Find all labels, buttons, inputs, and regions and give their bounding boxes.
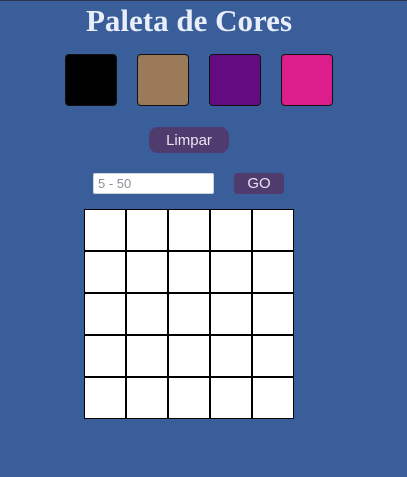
pixel-cell[interactable] — [210, 377, 252, 419]
pixel-cell[interactable] — [126, 293, 168, 335]
pixel-board — [84, 209, 294, 419]
pixel-cell[interactable] — [84, 209, 126, 251]
pixel-cell[interactable] — [168, 251, 210, 293]
pixel-cell[interactable] — [210, 293, 252, 335]
pixel-cell[interactable] — [210, 209, 252, 251]
color-swatch-pink[interactable] — [281, 54, 333, 106]
pixel-cell[interactable] — [84, 377, 126, 419]
pixel-cell[interactable] — [252, 209, 294, 251]
clear-board-button[interactable]: Limpar — [149, 127, 229, 153]
pixel-cell[interactable] — [168, 209, 210, 251]
color-swatch-brown[interactable] — [137, 54, 189, 106]
color-swatch-black[interactable] — [65, 54, 117, 106]
pixel-cell[interactable] — [126, 209, 168, 251]
pixel-cell[interactable] — [168, 293, 210, 335]
pixel-cell[interactable] — [252, 251, 294, 293]
generate-board-button[interactable]: GO — [234, 173, 284, 194]
pixel-cell[interactable] — [126, 377, 168, 419]
pixel-cell[interactable] — [252, 377, 294, 419]
pixel-cell[interactable] — [252, 293, 294, 335]
pixel-cell[interactable] — [210, 251, 252, 293]
page-title: Paleta de Cores — [85, 3, 293, 38]
window-top-border — [0, 0, 407, 1]
pixel-cell[interactable] — [168, 335, 210, 377]
pixel-cell[interactable] — [84, 251, 126, 293]
pixel-cell[interactable] — [168, 377, 210, 419]
pixel-cell[interactable] — [252, 335, 294, 377]
color-swatch-purple[interactable] — [209, 54, 261, 106]
pixel-cell[interactable] — [84, 293, 126, 335]
pixel-cell[interactable] — [126, 251, 168, 293]
pixel-cell[interactable] — [210, 335, 252, 377]
board-size-input[interactable] — [93, 173, 214, 194]
pixel-cell[interactable] — [126, 335, 168, 377]
pixel-cell[interactable] — [84, 335, 126, 377]
